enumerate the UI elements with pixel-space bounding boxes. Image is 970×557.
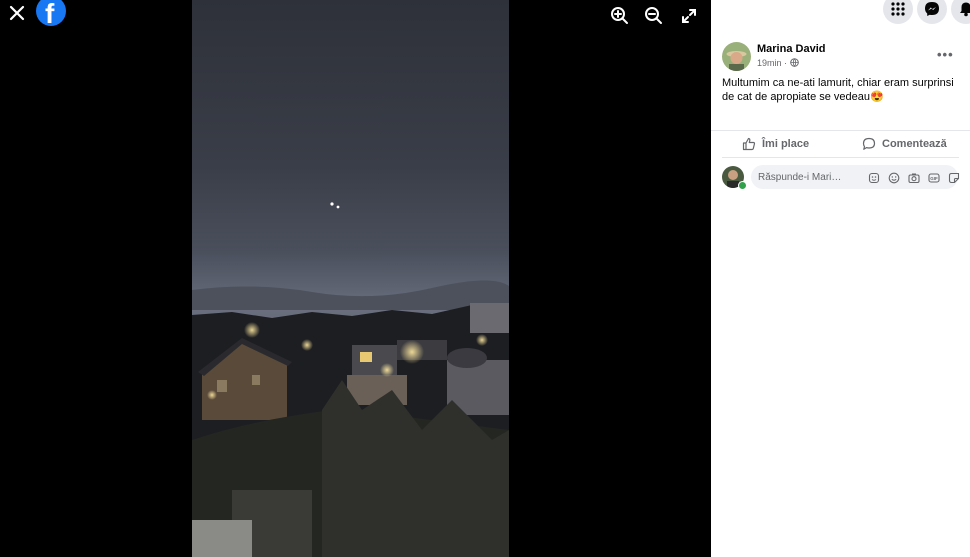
post-actions: Îmi place Comentează — [711, 131, 970, 158]
post-time[interactable]: 19min · — [757, 58, 787, 68]
gif-icon[interactable]: GIF — [928, 171, 940, 183]
comment-icon — [862, 137, 876, 150]
zoom-in-icon[interactable] — [608, 4, 632, 28]
like-button[interactable]: Îmi place — [742, 137, 809, 151]
messenger-icon[interactable] — [917, 0, 947, 24]
author-name[interactable]: Marina David — [757, 43, 825, 55]
comment-label: Comentează — [882, 138, 947, 150]
comment-button[interactable]: Comentează — [862, 137, 947, 151]
facebook-logo-icon[interactable]: f — [36, 0, 66, 26]
fullscreen-icon[interactable] — [677, 4, 701, 28]
like-label: Îmi place — [762, 138, 810, 150]
emoji-icon[interactable] — [888, 171, 900, 184]
close-icon[interactable] — [6, 2, 28, 24]
post-meta: 19min · — [757, 58, 799, 68]
photo-viewer: f — [0, 0, 711, 557]
globe-icon — [789, 58, 799, 68]
avatar-sticker-icon[interactable] — [868, 171, 880, 184]
thumbs-up-icon — [742, 137, 756, 151]
post-text: Multumim ca ne-ati lamurit, chiar eram s… — [722, 77, 954, 103]
author-avatar[interactable] — [722, 42, 751, 71]
header-icons — [711, 0, 970, 31]
menu-grid-icon[interactable] — [883, 0, 913, 24]
post-panel: Marina David 19min · ••• Multumim ca ne-… — [711, 0, 970, 557]
reply-box: GIF — [751, 165, 960, 189]
more-options-button[interactable]: ••• — [937, 47, 954, 62]
reply-input[interactable] — [758, 165, 852, 189]
camera-icon[interactable] — [908, 171, 920, 184]
notifications-icon[interactable] — [951, 0, 970, 24]
zoom-out-icon[interactable] — [642, 4, 666, 28]
night-sky-photo — [192, 0, 509, 557]
online-status-indicator — [738, 181, 747, 190]
sticker-icon[interactable] — [948, 171, 960, 184]
divider — [722, 157, 959, 158]
svg-text:GIF: GIF — [930, 176, 938, 181]
post-card: Marina David 19min · ••• Multumim ca ne-… — [711, 31, 970, 131]
